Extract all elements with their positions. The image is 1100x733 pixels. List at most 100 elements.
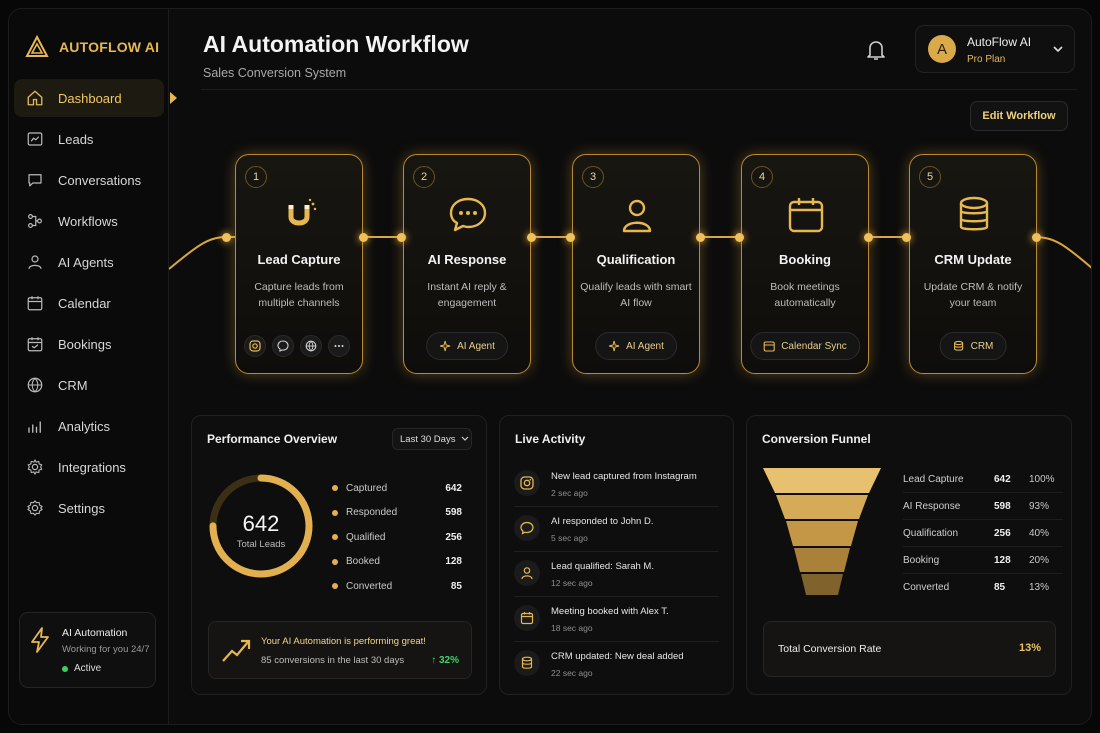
funnel-percent: 13% bbox=[1029, 582, 1050, 593]
app-window: AUTOFLOW AI Dashboard Leads Conversation… bbox=[8, 8, 1092, 725]
messenger-icon bbox=[277, 340, 289, 352]
sidebar-item-dashboard[interactable]: Dashboard bbox=[14, 79, 177, 117]
sidebar-item-conversations[interactable]: Conversations bbox=[14, 161, 164, 199]
performance-overview-panel: Performance Overview Last 30 Days 642 To… bbox=[191, 415, 487, 695]
connector-node bbox=[359, 233, 368, 242]
step-tag[interactable]: AI Agent bbox=[426, 332, 508, 360]
activity-item[interactable]: Meeting booked with Alex T. 18 sec ago bbox=[514, 597, 719, 642]
sidebar-item-calendar[interactable]: Calendar bbox=[14, 284, 164, 322]
more-channels-button[interactable] bbox=[328, 335, 350, 357]
step-number: 2 bbox=[413, 166, 435, 188]
funnel-row: Booking 128 20% bbox=[903, 547, 1063, 574]
workflow-step-lead-capture[interactable]: 1 Lead Capture Capture leads from multip… bbox=[235, 154, 363, 374]
legend-item-responded: Responded 598 bbox=[332, 501, 462, 526]
step-tag-label: AI Agent bbox=[457, 340, 495, 352]
database-icon bbox=[521, 656, 533, 669]
funnel-row: Lead Capture 642 100% bbox=[903, 466, 1063, 493]
legend-label: Qualified bbox=[346, 531, 386, 543]
legend-value: 85 bbox=[450, 580, 462, 592]
user-icon bbox=[28, 255, 42, 269]
step-tag-label: AI Agent bbox=[626, 340, 664, 352]
web-channel[interactable] bbox=[300, 335, 322, 357]
magnet-icon bbox=[288, 198, 317, 226]
date-range-select[interactable]: Last 30 Days bbox=[392, 428, 472, 450]
funnel-percent: 100% bbox=[1029, 473, 1055, 485]
messenger-channel[interactable] bbox=[272, 335, 294, 357]
sidebar-item-ai-agents[interactable]: AI Agents bbox=[14, 243, 164, 281]
step-description: Book meetings automatically bbox=[770, 281, 840, 309]
total-conversion-value: 13% bbox=[1018, 642, 1041, 654]
edit-workflow-button[interactable]: Edit Workflow bbox=[970, 101, 1068, 131]
instagram-channel[interactable] bbox=[244, 335, 266, 357]
step-tag[interactable]: AI Agent bbox=[595, 332, 677, 360]
chat-icon bbox=[28, 174, 42, 187]
funnel-value: 598 bbox=[994, 500, 1011, 512]
chevron-down-icon bbox=[462, 436, 469, 441]
activity-item[interactable]: New lead captured from Instagram 2 sec a… bbox=[514, 462, 719, 507]
sidebar-item-integrations[interactable]: Integrations bbox=[14, 448, 164, 486]
connector-node bbox=[696, 233, 705, 242]
activity-icon bbox=[514, 560, 540, 586]
banner-text: 85 conversions in the last 30 days bbox=[261, 655, 405, 666]
activity-text: CRM updated: New deal added bbox=[551, 651, 684, 662]
funnel-value: 256 bbox=[994, 527, 1011, 539]
sidebar-item-workflows[interactable]: Workflows bbox=[14, 202, 164, 240]
panel-title: Conversion Funnel bbox=[762, 432, 871, 446]
calendar-icon bbox=[520, 612, 534, 625]
user-menu[interactable]: A AutoFlow AI Pro Plan bbox=[915, 25, 1075, 73]
sidebar-item-label: Dashboard bbox=[58, 90, 122, 106]
activity-item[interactable]: AI responded to John D. 5 sec ago bbox=[514, 507, 719, 552]
connector-node bbox=[902, 233, 911, 242]
step-tag[interactable]: CRM bbox=[939, 332, 1007, 360]
automation-status-card[interactable]: AI Automation Working for you 24/7 Activ… bbox=[19, 612, 156, 688]
activity-icon bbox=[514, 605, 540, 631]
funnel-chart bbox=[763, 468, 881, 595]
activity-time: 5 sec ago bbox=[551, 533, 588, 543]
sidebar-item-settings[interactable]: Settings bbox=[14, 489, 164, 527]
total-leads-label: Total Leads bbox=[236, 539, 286, 550]
sidebar-item-leads[interactable]: Leads bbox=[14, 120, 164, 158]
header-divider bbox=[201, 89, 1077, 90]
globe-icon bbox=[27, 377, 43, 393]
funnel-row: Converted 85 13% bbox=[903, 574, 1063, 601]
step-title: Lead Capture bbox=[257, 252, 341, 267]
sidebar-item-analytics[interactable]: Analytics bbox=[14, 407, 164, 445]
workflow-step-ai-response[interactable]: 2 AI Response Instant AI reply & engagem… bbox=[403, 154, 531, 374]
banner-change: ↑ 32% bbox=[431, 655, 459, 666]
activity-time: 22 sec ago bbox=[551, 668, 593, 678]
funnel-row: Qualification 256 40% bbox=[903, 520, 1063, 547]
connector-node bbox=[222, 233, 231, 242]
sidebar-item-crm[interactable]: CRM bbox=[14, 366, 164, 404]
workflow-step-booking[interactable]: 4 Booking Book meetings automatically Ca… bbox=[741, 154, 869, 374]
page-title: AI Automation Workflow bbox=[203, 31, 469, 57]
panel-title: Performance Overview bbox=[207, 432, 338, 446]
funnel-percent: 93% bbox=[1029, 500, 1050, 512]
activity-text: Lead qualified: Sarah M. bbox=[551, 561, 654, 572]
instagram-icon bbox=[249, 340, 261, 352]
funnel-stage-ai-response bbox=[776, 495, 868, 519]
connector-node bbox=[1032, 233, 1041, 242]
database-icon bbox=[959, 196, 989, 231]
activity-item[interactable]: CRM updated: New deal added 22 sec ago bbox=[514, 642, 719, 687]
legend-item-qualified: Qualified 256 bbox=[332, 525, 462, 550]
sidebar-item-bookings[interactable]: Bookings bbox=[14, 325, 164, 363]
funnel-label: AI Response bbox=[903, 500, 961, 512]
workflow-step-qualification[interactable]: 3 Qualification Qualify leads with smart… bbox=[572, 154, 700, 374]
legend-label: Booked bbox=[346, 556, 380, 568]
sidebar-item-label: Leads bbox=[58, 131, 94, 147]
activity-text: Meeting booked with Alex T. bbox=[551, 606, 669, 617]
legend-dot bbox=[332, 558, 338, 565]
workflow-step-crm-update[interactable]: 5 CRM Update Update CRM & notify your te… bbox=[909, 154, 1037, 374]
user-icon bbox=[622, 199, 652, 233]
legend-dot bbox=[332, 534, 338, 541]
connector-node bbox=[527, 233, 536, 242]
step-number: 3 bbox=[582, 166, 604, 188]
notification-bell[interactable] bbox=[866, 39, 886, 66]
instagram-icon bbox=[520, 476, 534, 490]
performance-banner: Your AI Automation is performing great! … bbox=[208, 621, 472, 679]
activity-icon bbox=[514, 470, 540, 496]
brand-logo[interactable]: AUTOFLOW AI bbox=[25, 35, 159, 59]
activity-item[interactable]: Lead qualified: Sarah M. 12 sec ago bbox=[514, 552, 719, 597]
sidebar-nav: Dashboard Leads Conversations Workflows … bbox=[14, 79, 177, 530]
step-tag[interactable]: Calendar Sync bbox=[750, 332, 860, 360]
